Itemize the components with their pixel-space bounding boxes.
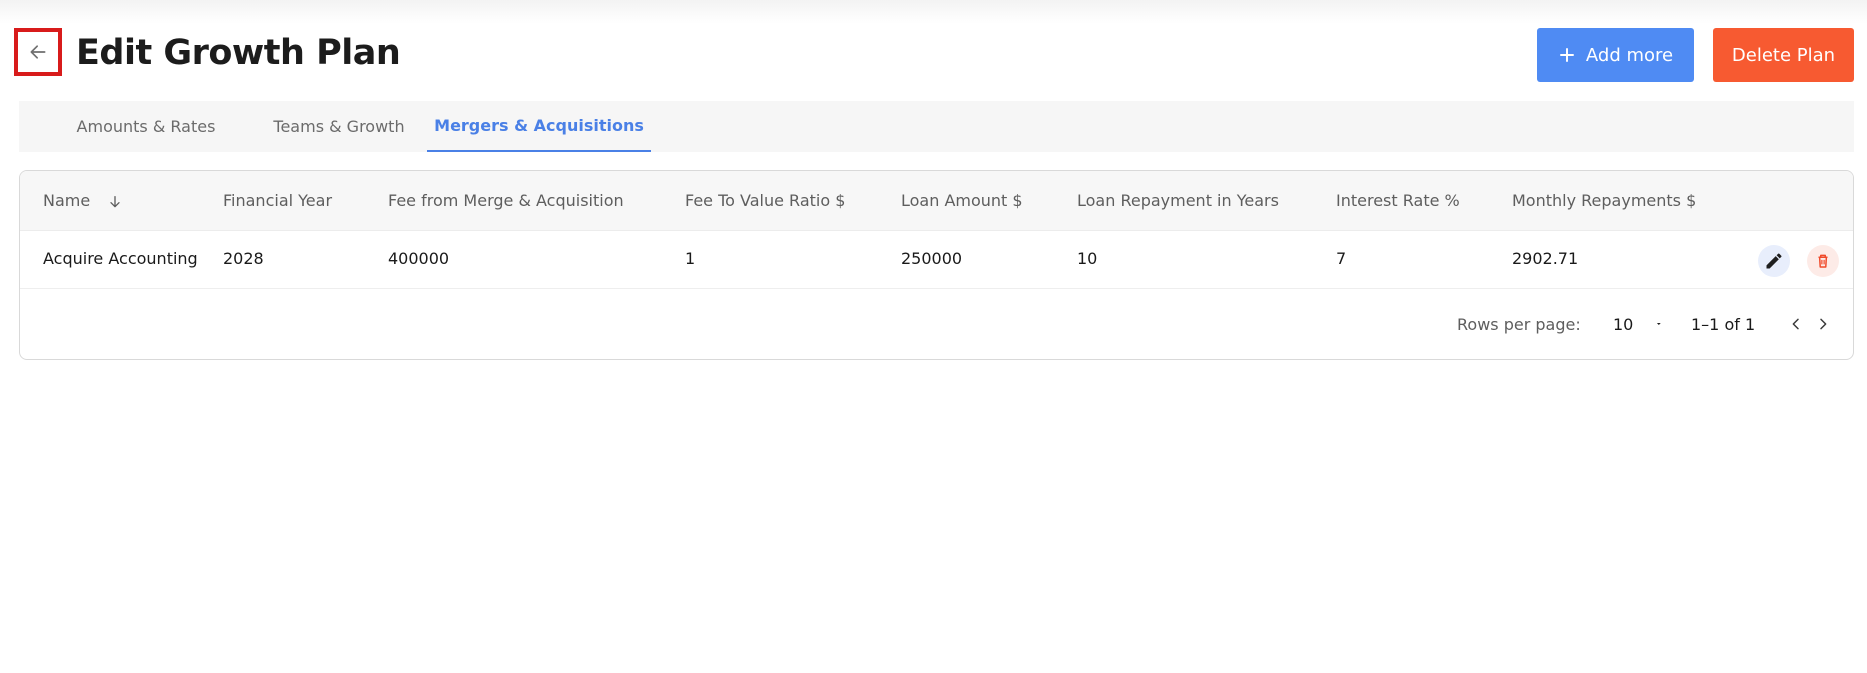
tab-label: Mergers & Acquisitions [434,116,644,135]
back-button[interactable] [14,28,62,76]
mergers-table: Name Financial Year Fee from Merge & Acq… [19,170,1854,360]
page-title: Edit Growth Plan [76,33,401,73]
column-header-name[interactable]: Name [43,191,123,210]
page-header: Edit Growth Plan Add more Delete Plan [0,0,1867,100]
arrow-down-icon[interactable] [107,194,123,210]
delete-plan-button[interactable]: Delete Plan [1713,28,1854,82]
rows-per-page-value: 10 [1613,314,1634,334]
column-header-monthly-repayments[interactable]: Monthly Repayments $ [1512,191,1696,210]
edit-row-button[interactable] [1758,245,1790,277]
tab-teams-growth[interactable]: Teams & Growth [251,101,427,152]
trash-icon [1818,254,1828,268]
column-header-fee-merge[interactable]: Fee from Merge & Acquisition [388,191,624,210]
add-more-button[interactable]: Add more [1537,28,1694,82]
rows-per-page-label: Rows per page: [1457,315,1581,334]
rows-per-page-select[interactable]: 10 [1593,311,1663,337]
column-header-interest-rate[interactable]: Interest Rate % [1336,191,1460,210]
page-range: 1–1 of 1 [1691,315,1756,334]
add-more-label: Add more [1585,44,1674,66]
tab-bar: Amounts & Rates Teams & Growth Mergers &… [19,101,1854,152]
chevron-right-icon [1820,318,1827,330]
column-header-loan-repayment-years[interactable]: Loan Repayment in Years [1077,191,1279,210]
cell-fee-value-ratio: 1 [685,249,696,268]
cell-name: Acquire Accounting [43,249,198,268]
tab-label: Teams & Growth [273,117,405,136]
cell-fee-merge: 400000 [388,249,450,268]
column-header-fee-value-ratio[interactable]: Fee To Value Ratio $ [685,191,845,210]
arrow-left-icon [30,45,46,59]
cell-monthly-repayments: 2902.71 [1512,249,1579,268]
pencil-icon [1766,253,1782,269]
table-header: Name Financial Year Fee from Merge & Acq… [20,171,1853,231]
row-divider [20,288,1853,289]
next-page-button[interactable] [1812,311,1834,337]
caret-down-icon [1657,323,1662,325]
delete-row-button[interactable] [1807,245,1839,277]
column-header-financial-year[interactable]: Financial Year [223,191,332,210]
column-label: Name [43,191,91,210]
cell-loan-amount: 250000 [901,249,963,268]
previous-page-button[interactable] [1785,311,1807,337]
column-header-loan-amount[interactable]: Loan Amount $ [901,191,1023,210]
plus-icon [1559,48,1574,62]
cell-financial-year: 2028 [223,249,264,268]
tab-amounts-rates[interactable]: Amounts & Rates [41,101,251,152]
tab-label: Amounts & Rates [76,117,216,136]
chevron-left-icon [1792,318,1799,330]
cell-loan-repayment-years: 10 [1077,249,1098,268]
cell-interest-rate: 7 [1336,249,1347,268]
delete-plan-label: Delete Plan [1731,44,1836,66]
tab-mergers-acquisitions[interactable]: Mergers & Acquisitions [427,101,651,152]
